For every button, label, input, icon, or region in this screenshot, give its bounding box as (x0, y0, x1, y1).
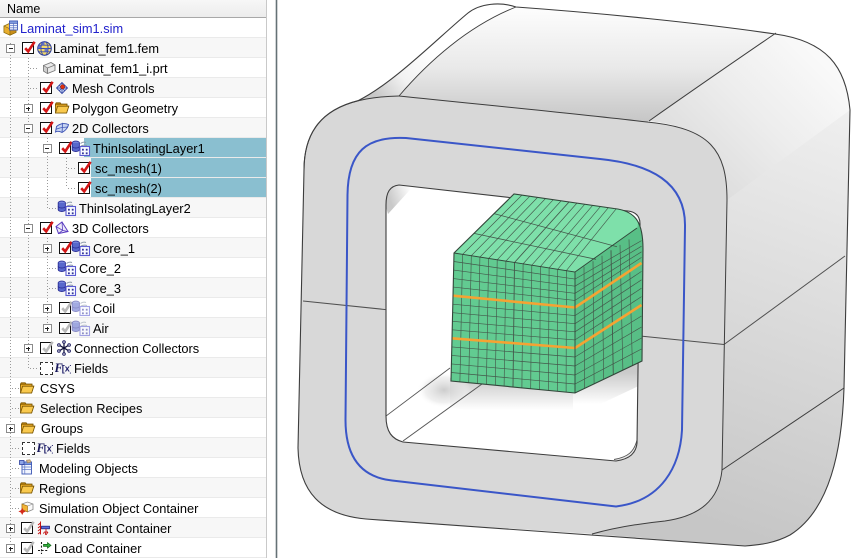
svg-text:[x]: [x] (44, 444, 53, 454)
svg-text:[x]: [x] (62, 364, 71, 374)
